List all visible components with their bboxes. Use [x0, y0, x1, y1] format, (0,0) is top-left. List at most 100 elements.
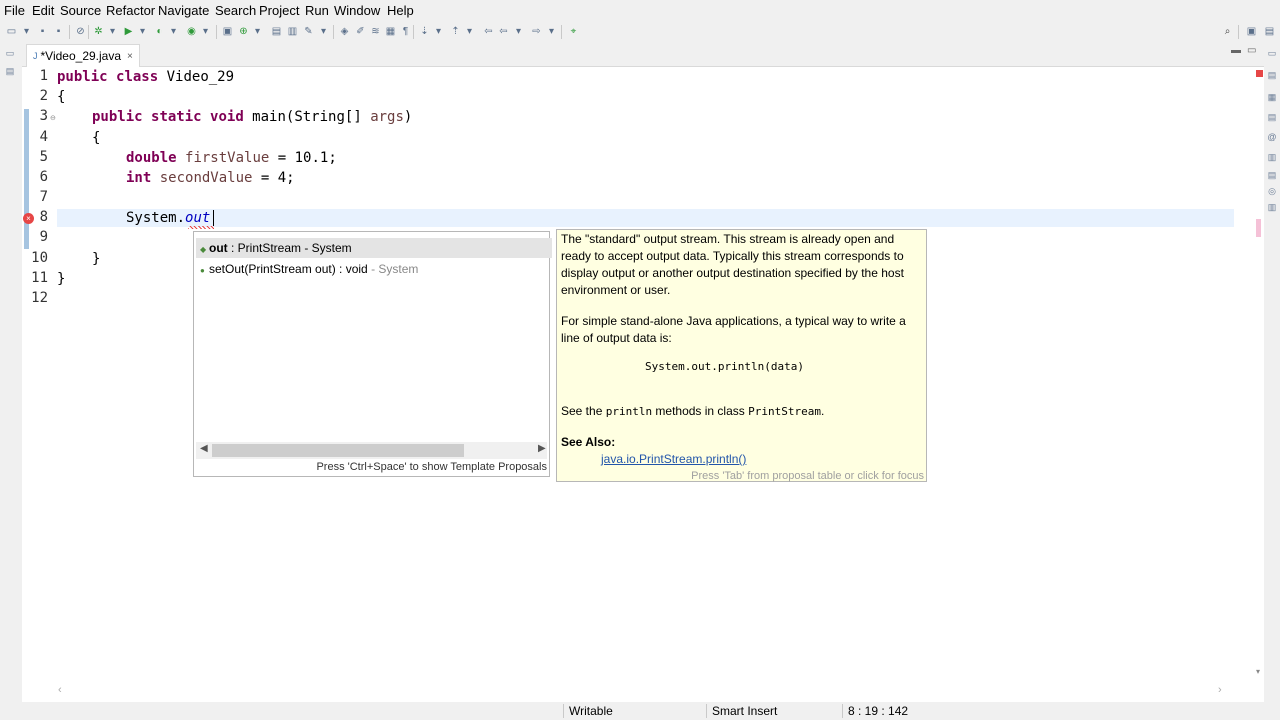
error-log-icon[interactable]: ▥ — [1267, 202, 1277, 212]
content-assist-popup[interactable]: ◆ out : PrintStream - System ● setOut(Prin… — [193, 231, 552, 477]
code-line-8: System.out — [126, 210, 211, 226]
chevron-right-icon[interactable]: ▶ — [538, 443, 546, 454]
toggle-mark-occurrences-icon[interactable]: ✐ — [354, 25, 367, 38]
forward-icon[interactable]: ⇨ — [530, 25, 543, 38]
new-icon[interactable]: ▭ — [5, 25, 18, 38]
status-divider — [706, 704, 707, 718]
text-caret — [213, 210, 214, 226]
tab-video-29-java[interactable]: J *Video_29.java × — [26, 44, 140, 67]
search-icon[interactable]: ⌕ — [1221, 25, 1234, 38]
cursor-position[interactable]: 8 : 19 : 142 — [848, 704, 908, 718]
menu-bar: File Edit Source Refactor Navigate Searc… — [0, 0, 1280, 21]
java-perspective-icon[interactable]: ▤ — [1263, 25, 1276, 38]
javadoc-paragraph: See the println methods in class PrintSt… — [561, 404, 825, 418]
template-proposals-hint[interactable]: Press 'Ctrl+Space' to show Template Prop… — [316, 461, 547, 473]
dropdown-icon[interactable]: ▾ — [432, 25, 445, 38]
dropdown-icon[interactable]: ▾ — [106, 25, 119, 38]
next-annotation-icon[interactable]: ⇣ — [418, 25, 431, 38]
skip-breakpoints-icon[interactable]: ⊘ — [74, 25, 87, 38]
menu-search[interactable]: Search — [215, 3, 256, 18]
back-icon[interactable]: ⇦ — [497, 25, 510, 38]
chevron-right-icon[interactable]: › — [1218, 684, 1222, 696]
dropdown-icon[interactable]: ▾ — [20, 25, 33, 38]
package-explorer-icon[interactable]: ▤ — [5, 66, 15, 76]
proposal-setout[interactable]: ● setOut(PrintStream out) : void - System — [196, 259, 552, 279]
proposal-horizontal-scrollbar[interactable]: ◀ ▶ — [196, 442, 547, 459]
menu-run[interactable]: Run — [305, 3, 329, 18]
menu-file[interactable]: File — [4, 3, 25, 18]
overview-ruler[interactable]: ▾ — [1256, 67, 1264, 683]
dropdown-icon[interactable]: ▾ — [199, 25, 212, 38]
save-icon[interactable]: ▪ — [36, 25, 49, 38]
menu-project[interactable]: Project — [259, 3, 299, 18]
annotation-icon[interactable]: ◈ — [338, 25, 351, 38]
debug-icon[interactable]: ✲ — [92, 25, 105, 38]
menu-help[interactable]: Help — [387, 3, 414, 18]
outline-icon[interactable]: ▦ — [1267, 92, 1277, 102]
search-tool-icon[interactable]: ✎ — [302, 25, 315, 38]
editor-tab-bar: J *Video_29.java × ▬ ▭ — [22, 42, 1264, 67]
task-list-icon[interactable]: ▤ — [1267, 70, 1277, 80]
error-overview-marker[interactable] — [1256, 70, 1263, 77]
javadoc-hover[interactable]: The "standard" output stream. This strea… — [556, 229, 927, 482]
status-bar: Writable Smart Insert 8 : 19 : 142 — [0, 702, 1280, 720]
pin-editor-icon[interactable]: ⌖ — [567, 25, 580, 38]
dropdown-icon[interactable]: ▾ — [512, 25, 525, 38]
javadoc-code-sample: System.out.println(data) — [645, 360, 804, 373]
chevron-down-icon[interactable]: ▾ — [1256, 667, 1260, 676]
dropdown-icon[interactable]: ▾ — [251, 25, 264, 38]
insert-mode-status[interactable]: Smart Insert — [712, 704, 777, 718]
maximize-icon[interactable]: ▭ — [1247, 45, 1256, 56]
current-line-highlight — [57, 209, 1234, 227]
new-java-project-icon[interactable]: ▣ — [221, 25, 234, 38]
left-trim-stack: ▭ ▤ — [0, 42, 22, 702]
problems-icon[interactable]: ▤ — [1267, 112, 1277, 122]
declaration-icon[interactable]: ▥ — [1267, 152, 1277, 162]
menu-window[interactable]: Window — [334, 3, 380, 18]
javadoc-icon[interactable]: @ — [1267, 132, 1277, 142]
block-selection-icon[interactable]: ▦ — [384, 25, 397, 38]
show-whitespace-icon[interactable]: ¶ — [399, 25, 412, 38]
code-line-4: { — [92, 130, 101, 146]
fold-toggle-icon[interactable]: ⊖ — [50, 114, 56, 122]
chevron-left-icon[interactable]: ‹ — [58, 684, 62, 696]
menu-source[interactable]: Source — [60, 3, 101, 18]
editor-horizontal-scrollbar[interactable]: ‹ › — [22, 683, 1264, 699]
menu-edit[interactable]: Edit — [32, 3, 54, 18]
save-all-icon[interactable]: ▪ — [52, 25, 65, 38]
chevron-left-icon[interactable]: ◀ — [200, 443, 208, 454]
restore-icon[interactable]: ▭ — [5, 48, 15, 58]
occurrence-overview-marker[interactable] — [1256, 219, 1261, 237]
menu-navigate[interactable]: Navigate — [158, 3, 209, 18]
new-class-icon[interactable]: ⊕ — [237, 25, 250, 38]
line-number: 7 — [39, 189, 48, 205]
progress-icon[interactable]: ◎ — [1267, 186, 1277, 196]
coverage-icon[interactable]: ◐ — [153, 25, 166, 38]
tab-label: *Video_29.java — [40, 49, 122, 63]
open-perspective-icon[interactable]: ▣ — [1245, 25, 1258, 38]
proposal-out[interactable]: ◆ out : PrintStream - System — [196, 238, 552, 258]
line-number: 4 — [39, 129, 48, 145]
last-edit-icon[interactable]: ⇦ — [482, 25, 495, 38]
close-icon[interactable]: × — [127, 51, 133, 62]
external-tools-icon[interactable]: ◉ — [185, 25, 198, 38]
toolbar-separator — [413, 25, 414, 39]
javadoc-link[interactable]: java.io.PrintStream.println() — [601, 451, 901, 468]
dropdown-icon[interactable]: ▾ — [167, 25, 180, 38]
static-field-icon: ◆ — [200, 245, 207, 254]
run-icon[interactable]: ▶ — [122, 25, 135, 38]
restore-icon[interactable]: ▭ — [1267, 48, 1277, 58]
open-task-icon[interactable]: ▥ — [286, 25, 299, 38]
dropdown-icon[interactable]: ▾ — [317, 25, 330, 38]
open-type-icon[interactable]: ▤ — [270, 25, 283, 38]
console-icon[interactable]: ▤ — [1267, 170, 1277, 180]
dropdown-icon[interactable]: ▾ — [545, 25, 558, 38]
minimize-icon[interactable]: ▬ — [1231, 45, 1241, 56]
dropdown-icon[interactable]: ▾ — [463, 25, 476, 38]
dropdown-icon[interactable]: ▾ — [136, 25, 149, 38]
see-also-heading: See Also: — [561, 435, 616, 449]
word-wrap-icon[interactable]: ≋ — [369, 25, 382, 38]
prev-annotation-icon[interactable]: ⇡ — [449, 25, 462, 38]
menu-refactor[interactable]: Refactor — [106, 3, 155, 18]
scrollbar-thumb[interactable] — [212, 444, 464, 457]
